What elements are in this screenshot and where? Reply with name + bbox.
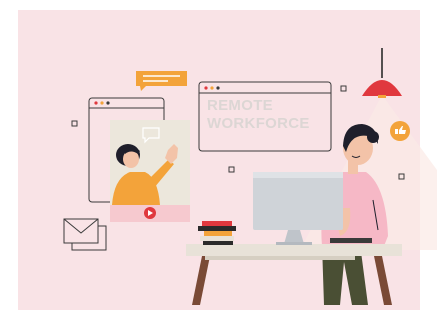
video-call-frame [110,120,190,222]
heading-line-1: REMOTE [207,97,273,114]
illustration-canvas [18,10,437,310]
remote-workforce-illustration: REMOTE WORKFORCE [0,0,437,318]
remote-workforce-heading: REMOTE WORKFORCE [207,97,327,133]
heading-line-2: WORKFORCE [207,115,310,132]
thumbs-up-icon [390,121,410,141]
keyboard [330,238,372,243]
